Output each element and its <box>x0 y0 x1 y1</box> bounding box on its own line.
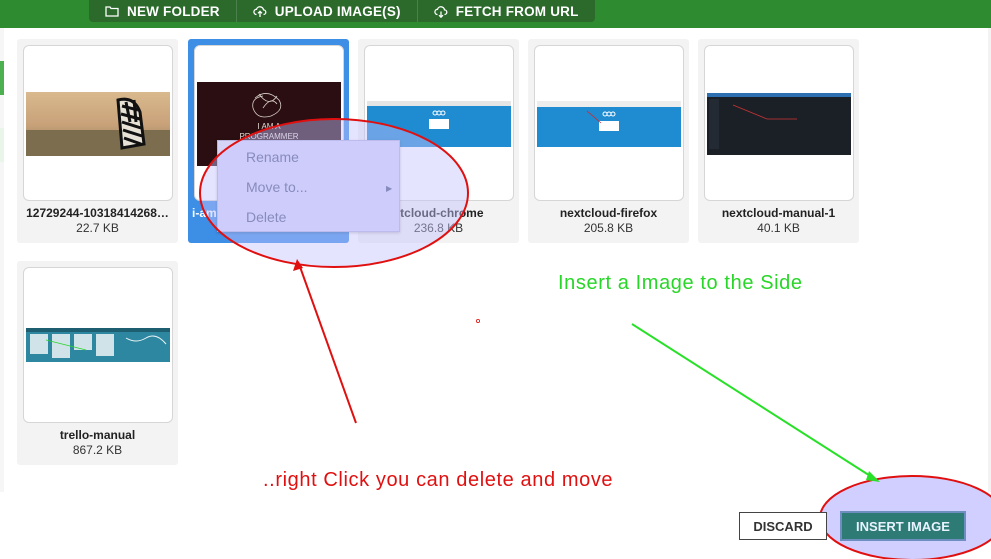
annotation-right-click: ..right Click you can delete and move <box>263 469 614 491</box>
zebra-image <box>26 92 170 156</box>
file-size: 22.7 KB <box>76 221 119 235</box>
rename-menu-item[interactable]: Rename <box>246 149 299 165</box>
image-thumbnail <box>23 267 173 423</box>
file-name: nextcloud-firefox <box>559 206 658 220</box>
red-arrow <box>298 263 357 424</box>
upload-images-label: UPLOAD IMAGE(S) <box>274 3 401 19</box>
new-folder-button[interactable]: NEW FOLDER <box>89 0 237 22</box>
green-arrow <box>631 323 876 480</box>
cloud-download-icon <box>434 6 448 18</box>
insert-image-button[interactable]: INSERT IMAGE <box>840 511 966 541</box>
active-indicator <box>0 61 4 95</box>
image-thumbnail <box>23 45 173 201</box>
folder-icon <box>105 6 119 17</box>
image-thumbnail <box>534 45 684 201</box>
new-folder-label: NEW FOLDER <box>127 3 220 19</box>
file-size: 867.2 KB <box>72 443 123 457</box>
file-size: 40.1 KB <box>757 221 800 235</box>
annotation-insert-side: Insert a Image to the Side <box>558 272 803 294</box>
file-size: 205.8 KB <box>583 221 634 235</box>
context-menu: Rename Move to... ▶ Delete <box>217 140 400 232</box>
hover-indicator <box>0 128 4 162</box>
red-arrowhead <box>293 259 303 271</box>
submenu-arrow-icon: ▶ <box>386 184 393 193</box>
fetch-url-label: FETCH FROM URL <box>455 3 579 19</box>
upload-images-button[interactable]: UPLOAD IMAGE(S) <box>237 0 418 22</box>
file-name: nextcloud-manual-1 <box>721 206 836 220</box>
thumb-text-line1: I AM A <box>257 122 281 131</box>
file-name: 12729244-10318414268… <box>26 206 169 220</box>
image-tile[interactable]: nextcloud-firefox 205.8 KB <box>528 39 689 243</box>
left-sidebar-edge <box>0 28 4 492</box>
nextcloud-firefox-screenshot <box>537 101 681 147</box>
nextcloud-manual-screenshot <box>707 93 851 155</box>
delete-menu-item[interactable]: Delete <box>246 209 286 225</box>
toolbar: NEW FOLDER UPLOAD IMAGE(S) FETCH FROM UR… <box>89 0 595 22</box>
image-tile[interactable]: nextcloud-manual-1 40.1 KB <box>698 39 859 243</box>
image-tile[interactable]: 12729244-10318414268… 22.7 KB <box>17 39 178 243</box>
image-tile[interactable]: trello-manual 867.2 KB <box>17 261 178 465</box>
discard-button[interactable]: DISCARD <box>739 512 827 540</box>
cloud-upload-icon <box>253 6 267 17</box>
fetch-url-button[interactable]: FETCH FROM URL <box>418 0 595 22</box>
green-arrowhead <box>866 471 880 482</box>
image-thumbnail <box>704 45 854 201</box>
move-to-menu-item[interactable]: Move to... <box>246 179 307 195</box>
red-dot <box>475 318 480 323</box>
trello-manual-screenshot <box>26 328 170 362</box>
file-name: trello-manual <box>59 428 136 442</box>
